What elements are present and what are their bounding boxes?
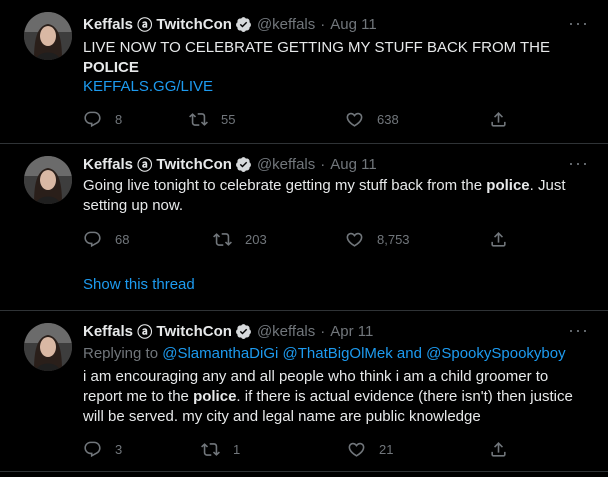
like-button[interactable]: 21 xyxy=(347,440,393,459)
retweet-button[interactable]: 1 xyxy=(201,440,240,459)
tweet-actions: 8 55 638 xyxy=(83,110,513,130)
tweet-text-bold: police xyxy=(486,177,530,194)
reply-count: 8 xyxy=(115,112,123,127)
tweet-2[interactable]: Keffals ⓐ TwitchCon @keffals · Aug 11 ··… xyxy=(0,144,608,310)
reply-icon xyxy=(84,231,101,248)
name-badge: ⓐ xyxy=(137,16,153,34)
tweet-divider xyxy=(0,471,608,472)
reply-icon xyxy=(84,441,101,458)
avatar-image xyxy=(24,323,72,371)
replying-user-link[interactable]: @SlamanthaDiGi xyxy=(162,345,278,362)
like-count: 21 xyxy=(379,442,394,457)
reply-button[interactable]: 8 xyxy=(83,110,122,129)
reply-count: 3 xyxy=(115,442,123,457)
tweet-1[interactable]: Keffals ⓐ TwitchCon @keffals · Aug 11 ··… xyxy=(0,0,608,143)
replying-user-link[interactable]: @ThatBigOlMek xyxy=(283,345,393,362)
share-button[interactable] xyxy=(489,440,521,459)
name-badge: ⓐ xyxy=(137,156,153,174)
handle[interactable]: @keffals xyxy=(257,323,315,340)
separator-dot: · xyxy=(320,155,326,173)
timestamp[interactable]: Aug 11 xyxy=(330,16,376,33)
tweet-text-part: Going live tonight to celebrate getting … xyxy=(83,177,487,194)
replying-to: Replying to @SlamanthaDiGi @ThatBigOlMek… xyxy=(83,345,566,362)
display-name[interactable]: Keffals xyxy=(83,323,133,340)
separator-dot: · xyxy=(320,15,326,33)
timestamp[interactable]: Apr 11 xyxy=(330,323,373,340)
separator-dot: · xyxy=(320,322,326,340)
tweet-text: Going live tonight to celebrate getting … xyxy=(83,176,588,216)
reply-button[interactable]: 68 xyxy=(83,230,129,249)
share-icon xyxy=(491,442,506,457)
retweet-count: 55 xyxy=(221,112,236,127)
handle[interactable]: @keffals xyxy=(257,156,315,173)
share-icon xyxy=(491,112,506,127)
retweet-count: 203 xyxy=(245,232,267,247)
replying-and: and xyxy=(392,345,427,362)
avatar-image xyxy=(24,12,72,60)
reply-button[interactable]: 3 xyxy=(83,440,122,459)
like-icon xyxy=(348,442,365,457)
avatar[interactable] xyxy=(24,12,72,60)
display-name[interactable]: Keffals xyxy=(83,16,133,33)
retweet-icon xyxy=(201,443,220,456)
like-icon xyxy=(346,232,363,247)
tweet-text: LIVE NOW TO CELEBRATE GETTING MY STUFF B… xyxy=(83,38,588,78)
reply-icon xyxy=(84,111,101,128)
tweet-actions: 68 203 8,753 xyxy=(83,230,513,250)
tweet-actions: 3 1 21 xyxy=(83,440,513,460)
retweet-icon xyxy=(213,233,232,246)
more-icon[interactable]: ··· xyxy=(568,154,588,177)
share-button[interactable] xyxy=(489,230,521,249)
retweet-button[interactable]: 55 xyxy=(189,110,235,129)
like-icon xyxy=(346,112,363,127)
timestamp[interactable]: Aug 11 xyxy=(330,156,376,173)
share-button[interactable] xyxy=(489,110,521,129)
name-badge: ⓐ xyxy=(137,323,153,341)
like-count: 638 xyxy=(377,112,399,127)
tweet-text: i am encouraging any and all people who … xyxy=(83,367,588,427)
reply-count: 68 xyxy=(115,232,130,247)
handle[interactable]: @keffals xyxy=(257,16,315,33)
retweet-button[interactable]: 203 xyxy=(213,230,267,249)
verified-badge-icon xyxy=(235,16,251,32)
replying-user-link[interactable]: @SpookySpookyboy xyxy=(426,345,565,362)
replying-prefix: Replying to xyxy=(83,345,163,362)
share-icon xyxy=(491,232,506,247)
tweet-3[interactable]: Keffals ⓐ TwitchCon @keffals · Apr 11 ··… xyxy=(0,311,608,471)
avatar-image xyxy=(24,156,72,204)
display-name-event[interactable]: TwitchCon xyxy=(156,16,232,33)
avatar[interactable] xyxy=(24,156,72,204)
display-name-event[interactable]: TwitchCon xyxy=(156,156,232,173)
more-icon[interactable]: ··· xyxy=(568,321,588,344)
verified-badge-icon xyxy=(235,323,251,339)
show-thread-link[interactable]: Show this thread xyxy=(83,276,195,293)
more-icon[interactable]: ··· xyxy=(568,14,588,37)
tweet-text-bold: police xyxy=(193,388,237,405)
tweet-text-bold: POLICE xyxy=(83,59,139,76)
like-count: 8,753 xyxy=(377,232,410,247)
avatar[interactable] xyxy=(24,323,72,371)
display-name-event[interactable]: TwitchCon xyxy=(156,323,232,340)
tweet-text-part: LIVE NOW TO CELEBRATE GETTING MY STUFF B… xyxy=(83,39,551,56)
like-button[interactable]: 638 xyxy=(345,110,399,129)
retweet-icon xyxy=(189,113,208,126)
display-name[interactable]: Keffals xyxy=(83,156,133,173)
retweet-count: 1 xyxy=(233,442,241,457)
like-button[interactable]: 8,753 xyxy=(345,230,410,249)
verified-badge-icon xyxy=(235,156,251,172)
tweet-link[interactable]: KEFFALS.GG/LIVE xyxy=(83,77,588,97)
